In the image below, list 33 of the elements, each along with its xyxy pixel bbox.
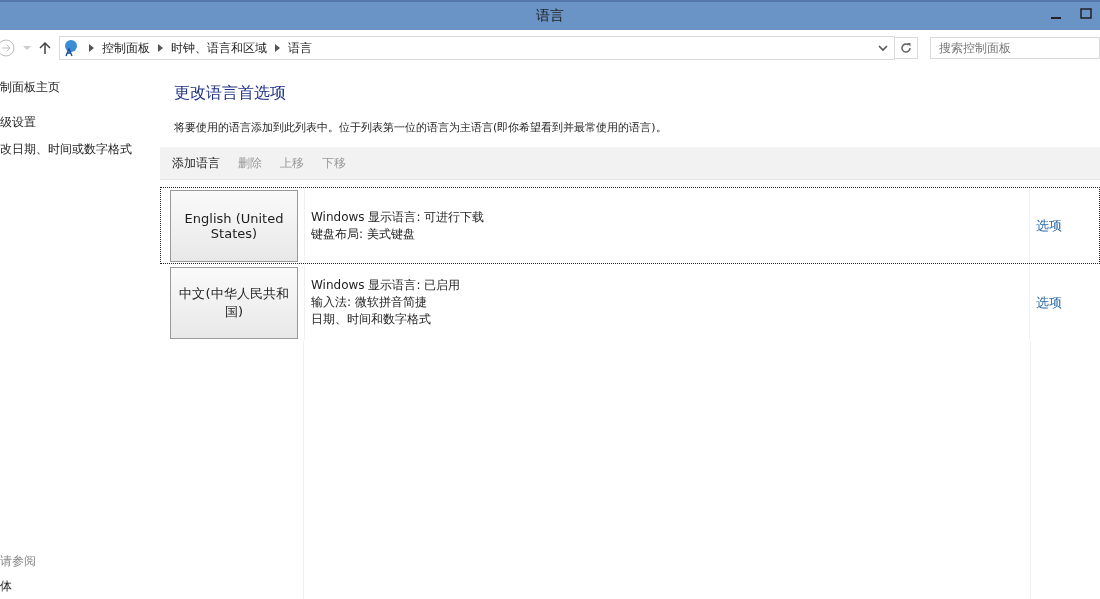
language-detail: Windows 显示语言: 已启用 — [311, 277, 462, 294]
toolbar-button[interactable]: 添加语言 — [172, 154, 220, 172]
language-button[interactable]: 中文(中华人民共和国) — [170, 266, 298, 339]
sidebar-link[interactable]: 制面板主页 — [0, 79, 60, 96]
language-detail: 输入法: 微软拼音简捷 — [311, 294, 428, 311]
language-detail: 键盘布局: 美式键盘 — [311, 225, 416, 243]
maximize-icon[interactable] — [1080, 8, 1092, 20]
page-heading: 更改语言首选项 — [174, 83, 287, 104]
language-button[interactable]: English (United States) — [170, 189, 298, 262]
address-bar[interactable]: 控制面板 时钟、语言和区域 语言 — [59, 36, 895, 60]
sidebar-link[interactable]: 改日期、时间或数字格式 — [0, 141, 132, 158]
chevron-right-icon — [89, 44, 94, 52]
refresh-icon — [900, 42, 912, 54]
search-field[interactable]: 搜索控制面板 — [930, 37, 1100, 59]
window-title: 语言 — [536, 7, 564, 25]
breadcrumb[interactable]: 语言 — [288, 39, 312, 57]
options-link[interactable]: 选项 — [1036, 216, 1062, 235]
language-row[interactable]: 中文(中华人民共和国) Windows 显示语言: 已启用 输入法: 微软拼音简捷 日期、时间和数字格式 选项 — [160, 264, 1100, 341]
language-detail: Windows 显示语言: 可进行下载 — [311, 208, 486, 226]
breadcrumb[interactable]: 时钟、语言和区域 — [171, 39, 267, 57]
description: 将要使用的语言添加到此列表中。位于列表第一位的语言为主语言(即你希望看到并最常使用的语言)。 — [174, 120, 668, 135]
language-detail: 日期、时间和数字格式 — [311, 311, 432, 328]
chevron-right-icon — [158, 44, 163, 52]
options-link[interactable]: 选项 — [1036, 293, 1062, 312]
see-also-heading: 请参阅 — [0, 553, 36, 570]
up-arrow-icon[interactable] — [39, 41, 51, 55]
chevron-right-icon — [275, 44, 280, 52]
language-row[interactable]: English (United States) Windows 显示语言: 可进行下载 键盘布局: 美式键盘 选项 — [160, 187, 1100, 264]
sidebar-link[interactable]: 体 — [0, 578, 12, 595]
refresh-button[interactable] — [894, 37, 918, 59]
dropdown-icon[interactable] — [878, 44, 888, 52]
sidebar-link[interactable]: 级设置 — [0, 114, 36, 131]
breadcrumb[interactable]: 控制面板 — [102, 39, 150, 57]
